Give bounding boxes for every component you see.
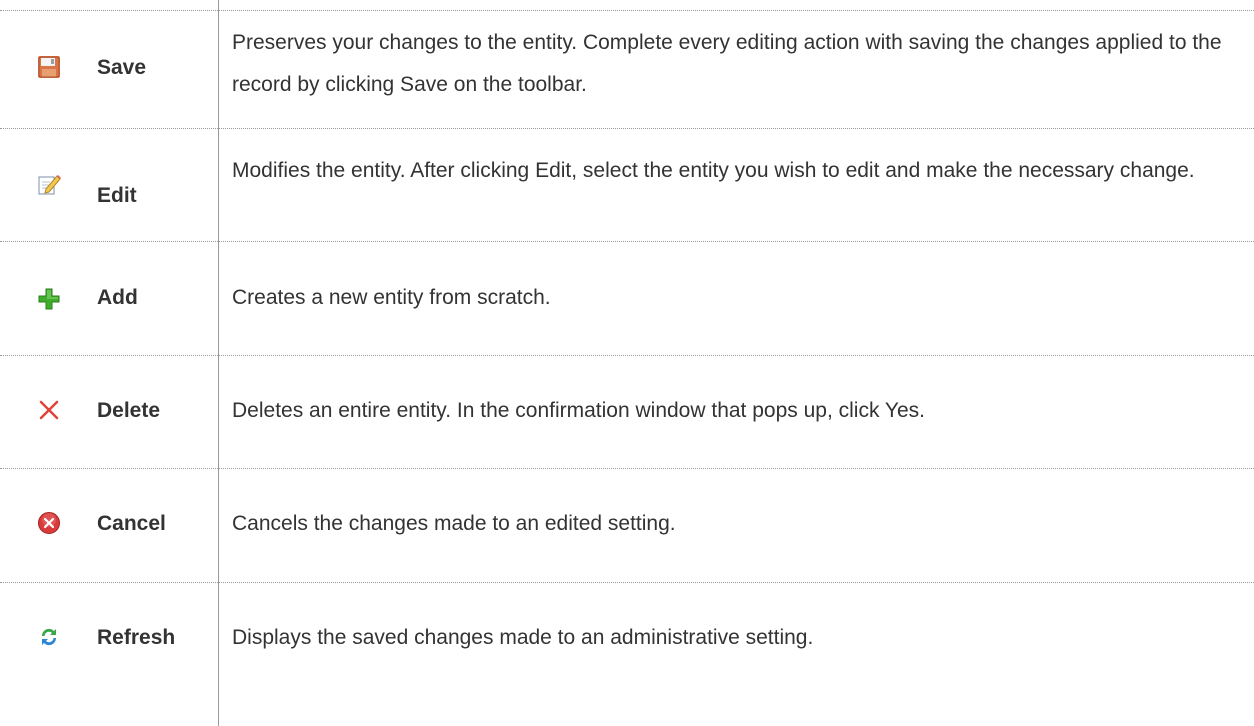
button-name: Edit	[97, 184, 137, 207]
column-divider	[218, 0, 219, 726]
save-icon	[36, 54, 62, 80]
button-description: Deletes an entire entity. In the confirm…	[232, 399, 925, 422]
button-name: Add	[97, 286, 138, 309]
cancel-icon	[36, 510, 62, 536]
delete-icon	[36, 397, 62, 423]
button-description: Creates a new entity from scratch.	[232, 286, 551, 309]
edit-icon	[36, 171, 62, 197]
button-name: Save	[97, 56, 147, 79]
button-description: Preserves your changes to the entity. Co…	[232, 31, 1222, 96]
button-description: Cancels the changes made to an edited se…	[232, 512, 676, 535]
toolbar-buttons-table: Save Preserves your changes to the entit…	[0, 0, 1254, 726]
button-description: Modifies the entity. After clicking Edit…	[232, 159, 1195, 182]
button-description: Displays the saved changes made to an ad…	[232, 626, 814, 649]
row-divider	[0, 10, 1254, 11]
row-divider	[0, 582, 1254, 583]
row-divider	[0, 128, 1254, 129]
button-name: Refresh	[97, 626, 176, 649]
row-divider	[0, 241, 1254, 242]
add-icon	[36, 286, 62, 312]
button-name: Cancel	[97, 512, 166, 535]
button-name: Delete	[97, 399, 161, 422]
row-divider	[0, 468, 1254, 469]
refresh-icon	[36, 624, 62, 650]
row-divider	[0, 355, 1254, 356]
